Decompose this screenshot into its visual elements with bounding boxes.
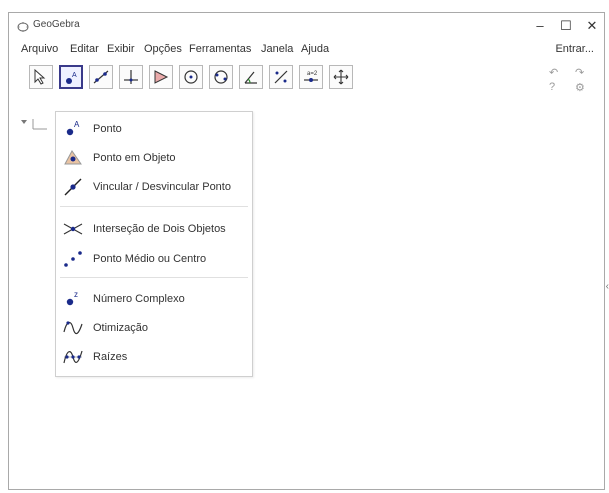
conic-icon	[214, 70, 228, 84]
menu-separator	[60, 206, 248, 207]
arrow-cursor-icon	[34, 68, 46, 85]
move-graphics-tool-button[interactable]	[329, 65, 353, 89]
menu-item-intersecao[interactable]: Interseção de Dois Objetos	[56, 216, 252, 242]
polygon-icon	[154, 70, 169, 84]
point-tools-dropdown: A Ponto Ponto em Objeto Vincular / Desvi…	[55, 111, 253, 377]
menu-item-ponto[interactable]: A Ponto	[56, 116, 252, 142]
attach-detach-point-icon	[63, 177, 83, 197]
algebra-input-row[interactable]	[19, 117, 49, 130]
menu-item-ponto-em-objeto[interactable]: Ponto em Objeto	[56, 145, 252, 171]
reflect-tool-button[interactable]	[269, 65, 293, 89]
optimization-icon	[63, 318, 83, 338]
title-bar: GeoGebra – ☐ ✕	[9, 13, 604, 39]
help-icon[interactable]: ?	[549, 81, 555, 93]
settings-icon[interactable]: ⚙	[575, 81, 585, 94]
menu-item-label: Ponto em Objeto	[93, 152, 176, 164]
signin-link[interactable]: Entrar...	[555, 43, 594, 55]
menu-item-vincular[interactable]: Vincular / Desvincular Ponto	[56, 174, 252, 200]
point-tool-button[interactable]: A	[59, 65, 83, 89]
expand-caret-icon	[21, 119, 47, 130]
perpendicular-tool-button[interactable]	[119, 65, 143, 89]
intersect-icon	[63, 219, 83, 239]
conic-tool-button[interactable]	[209, 65, 233, 89]
svg-text:z: z	[74, 290, 78, 299]
menu-item-label: Raízes	[93, 351, 128, 363]
move-graphics-icon	[333, 69, 349, 85]
svg-text:A: A	[74, 120, 80, 129]
menu-editar[interactable]: Editar	[70, 43, 99, 55]
circle-tool-button[interactable]	[179, 65, 203, 89]
slider-tool-button[interactable]: a=2	[299, 65, 323, 89]
view-splitter-caret-icon[interactable]: ‹	[606, 281, 609, 292]
complex-number-icon: z	[63, 289, 83, 309]
menu-item-label: Ponto	[93, 123, 122, 135]
menu-item-label: Vincular / Desvincular Ponto	[93, 181, 231, 193]
perpendicular-icon	[124, 70, 138, 84]
geogebra-logo-icon	[17, 20, 29, 32]
menu-separator	[60, 277, 248, 278]
line-tool-button[interactable]	[89, 65, 113, 89]
close-button[interactable]: ✕	[583, 17, 601, 35]
maximize-button[interactable]: ☐	[557, 17, 575, 35]
menu-item-label: Ponto Médio ou Centro	[93, 253, 207, 265]
menu-janela[interactable]: Janela	[261, 43, 293, 55]
menu-item-ponto-medio[interactable]: Ponto Médio ou Centro	[56, 246, 252, 272]
svg-text:A: A	[72, 72, 77, 79]
menu-opcoes[interactable]: Opções	[144, 43, 182, 55]
angle-tool-button[interactable]	[239, 65, 263, 89]
midpoint-icon	[63, 249, 83, 269]
menu-item-otimizacao[interactable]: Otimização	[56, 315, 252, 341]
undo-redo-area: ↶ ↷ ? ⚙	[549, 63, 601, 97]
undo-icon[interactable]: ↶	[549, 66, 558, 79]
menu-bar: Arquivo Editar Exibir Opções Ferramentas…	[9, 40, 604, 60]
menu-ferramentas[interactable]: Ferramentas	[189, 43, 251, 55]
window-title: GeoGebra	[33, 19, 80, 30]
menu-item-label: Otimização	[93, 322, 149, 334]
roots-icon	[63, 347, 83, 367]
point-on-object-icon	[63, 148, 83, 168]
menu-arquivo[interactable]: Arquivo	[21, 43, 58, 55]
polygon-tool-button[interactable]	[149, 65, 173, 89]
slider-icon: a=2	[304, 71, 318, 82]
menu-item-numero-complexo[interactable]: z Número Complexo	[56, 286, 252, 312]
point-icon: A	[63, 119, 83, 139]
menu-item-raizes[interactable]: Raízes	[56, 344, 252, 370]
minimize-button[interactable]: –	[531, 17, 549, 35]
menu-ajuda[interactable]: Ajuda	[301, 43, 329, 55]
point-a-icon: A	[66, 72, 77, 84]
line-icon	[93, 70, 109, 84]
menu-item-label: Número Complexo	[93, 293, 185, 305]
svg-text:a=2: a=2	[307, 71, 318, 77]
reflect-icon	[274, 70, 288, 84]
circle-icon	[184, 70, 198, 84]
redo-icon[interactable]: ↷	[575, 66, 584, 79]
menu-item-label: Interseção de Dois Objetos	[93, 223, 226, 235]
menu-exibir[interactable]: Exibir	[107, 43, 135, 55]
move-tool-button[interactable]	[29, 65, 53, 89]
angle-icon	[244, 71, 257, 84]
